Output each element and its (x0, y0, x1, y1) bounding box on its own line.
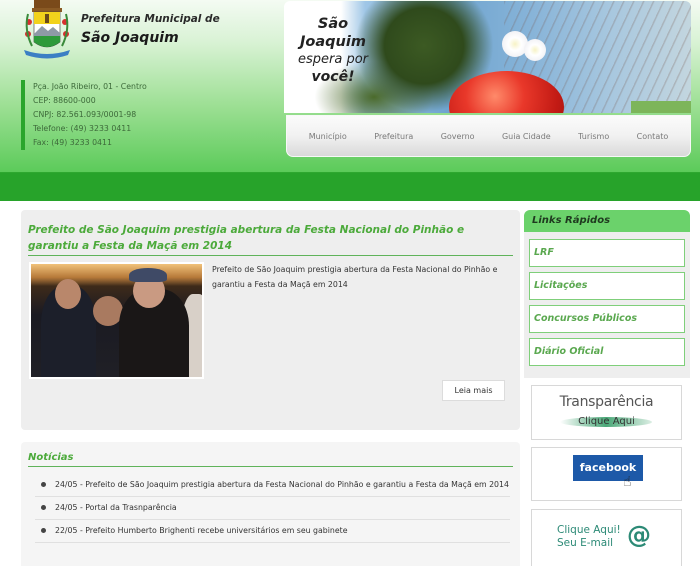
address-phone: Telefone: (49) 3233 0411 (33, 124, 132, 133)
banner-line-3: você! (311, 69, 355, 85)
webmail-banner[interactable]: Clique Aqui! Seu E-mail @ (531, 509, 682, 566)
flower-image (524, 39, 546, 61)
banner-slogan: São Joaquim espera por você! (284, 15, 382, 86)
hand-cursor-icon: ☝ (623, 474, 632, 490)
news-item-text[interactable]: 22/05 - Prefeito Humberto Brighenti rece… (55, 526, 348, 535)
coat-of-arms-logo[interactable] (20, 0, 74, 60)
bullet-icon (41, 482, 46, 487)
nav-item-turismo[interactable]: Turismo (578, 132, 609, 141)
transparency-title: Transparência (559, 394, 654, 410)
news-section-title: Notícias (28, 451, 513, 467)
bullet-icon (41, 528, 46, 533)
read-more-button[interactable]: Leia mais (442, 380, 505, 401)
banner-line-1: São Joaquim (300, 16, 366, 50)
featured-article-title[interactable]: Prefeito de São Joaquim prestigia abertu… (28, 222, 513, 256)
webmail-line-1: Clique Aqui! (557, 524, 621, 536)
news-item-text[interactable]: 24/05 - Portal da Trasnparência (55, 503, 177, 512)
webmail-line-2: Seu E-mail (557, 537, 614, 549)
nav-item-prefeitura[interactable]: Prefeitura (374, 132, 413, 141)
quick-link-diario-oficial[interactable]: Diário Oficial (529, 338, 685, 366)
news-list: 24/05 - Prefeito de São Joaquim prestigi… (35, 474, 510, 543)
header-band (0, 172, 700, 201)
hero-banner: São Joaquim espera por você! (284, 1, 691, 113)
address-fax: Fax: (49) 3233 0411 (33, 138, 112, 147)
news-item[interactable]: 24/05 - Prefeito de São Joaquim prestigi… (35, 474, 510, 497)
featured-article-summary: Prefeito de São Joaquim prestigia abertu… (212, 265, 498, 289)
featured-article-photo[interactable] (29, 262, 204, 379)
transparency-subtitle: Clique Aqui (578, 416, 635, 427)
address-cnpj: CNPJ: 82.561.093/0001-98 (33, 110, 137, 119)
quick-link-licitacoes[interactable]: Licitações (529, 272, 685, 300)
bullet-icon (41, 505, 46, 510)
transparency-banner[interactable]: Transparência Clique Aqui (531, 385, 682, 440)
crown (34, 0, 60, 8)
news-item-text[interactable]: 24/05 - Prefeito de São Joaquim prestigi… (55, 480, 509, 489)
quick-link-concursos[interactable]: Concursos Públicos (529, 305, 685, 333)
brand-subtitle: Prefeitura Municipal de (81, 13, 220, 25)
main-nav: Município Prefeitura Governo Guia Cidade… (286, 115, 691, 157)
nav-item-guia-cidade[interactable]: Guia Cidade (502, 132, 551, 141)
quick-link-lrf[interactable]: LRF (529, 239, 685, 267)
quick-links-panel: Links Rápidos LRF Licitações Concursos P… (524, 210, 690, 378)
nav-item-governo[interactable]: Governo (441, 132, 475, 141)
facebook-button[interactable]: facebook (573, 455, 643, 481)
nav-item-municipio[interactable]: Município (309, 132, 347, 141)
banner-line-2: espera por (297, 52, 368, 67)
webmail-text: Clique Aqui! Seu E-mail (557, 524, 621, 550)
address-street: Pça. João Ribeiro, 01 - Centro (33, 82, 147, 91)
facebook-banner[interactable]: facebook ☝ (531, 447, 682, 501)
brand-title[interactable]: São Joaquim (81, 30, 179, 46)
news-item[interactable]: 24/05 - Portal da Trasnparência (35, 497, 510, 520)
address-cep: CEP: 88600-000 (33, 96, 96, 105)
nav-item-contato[interactable]: Contato (637, 132, 669, 141)
featured-article: Prefeito de São Joaquim prestigia abertu… (21, 210, 520, 430)
address-block: Pça. João Ribeiro, 01 - Centro CEP: 8860… (21, 80, 221, 150)
at-sign-icon: @ (627, 521, 651, 549)
news-item[interactable]: 22/05 - Prefeito Humberto Brighenti rece… (35, 520, 510, 543)
news-section: Notícias 24/05 - Prefeito de São Joaquim… (21, 442, 520, 566)
quick-links-title: Links Rápidos (524, 210, 690, 232)
